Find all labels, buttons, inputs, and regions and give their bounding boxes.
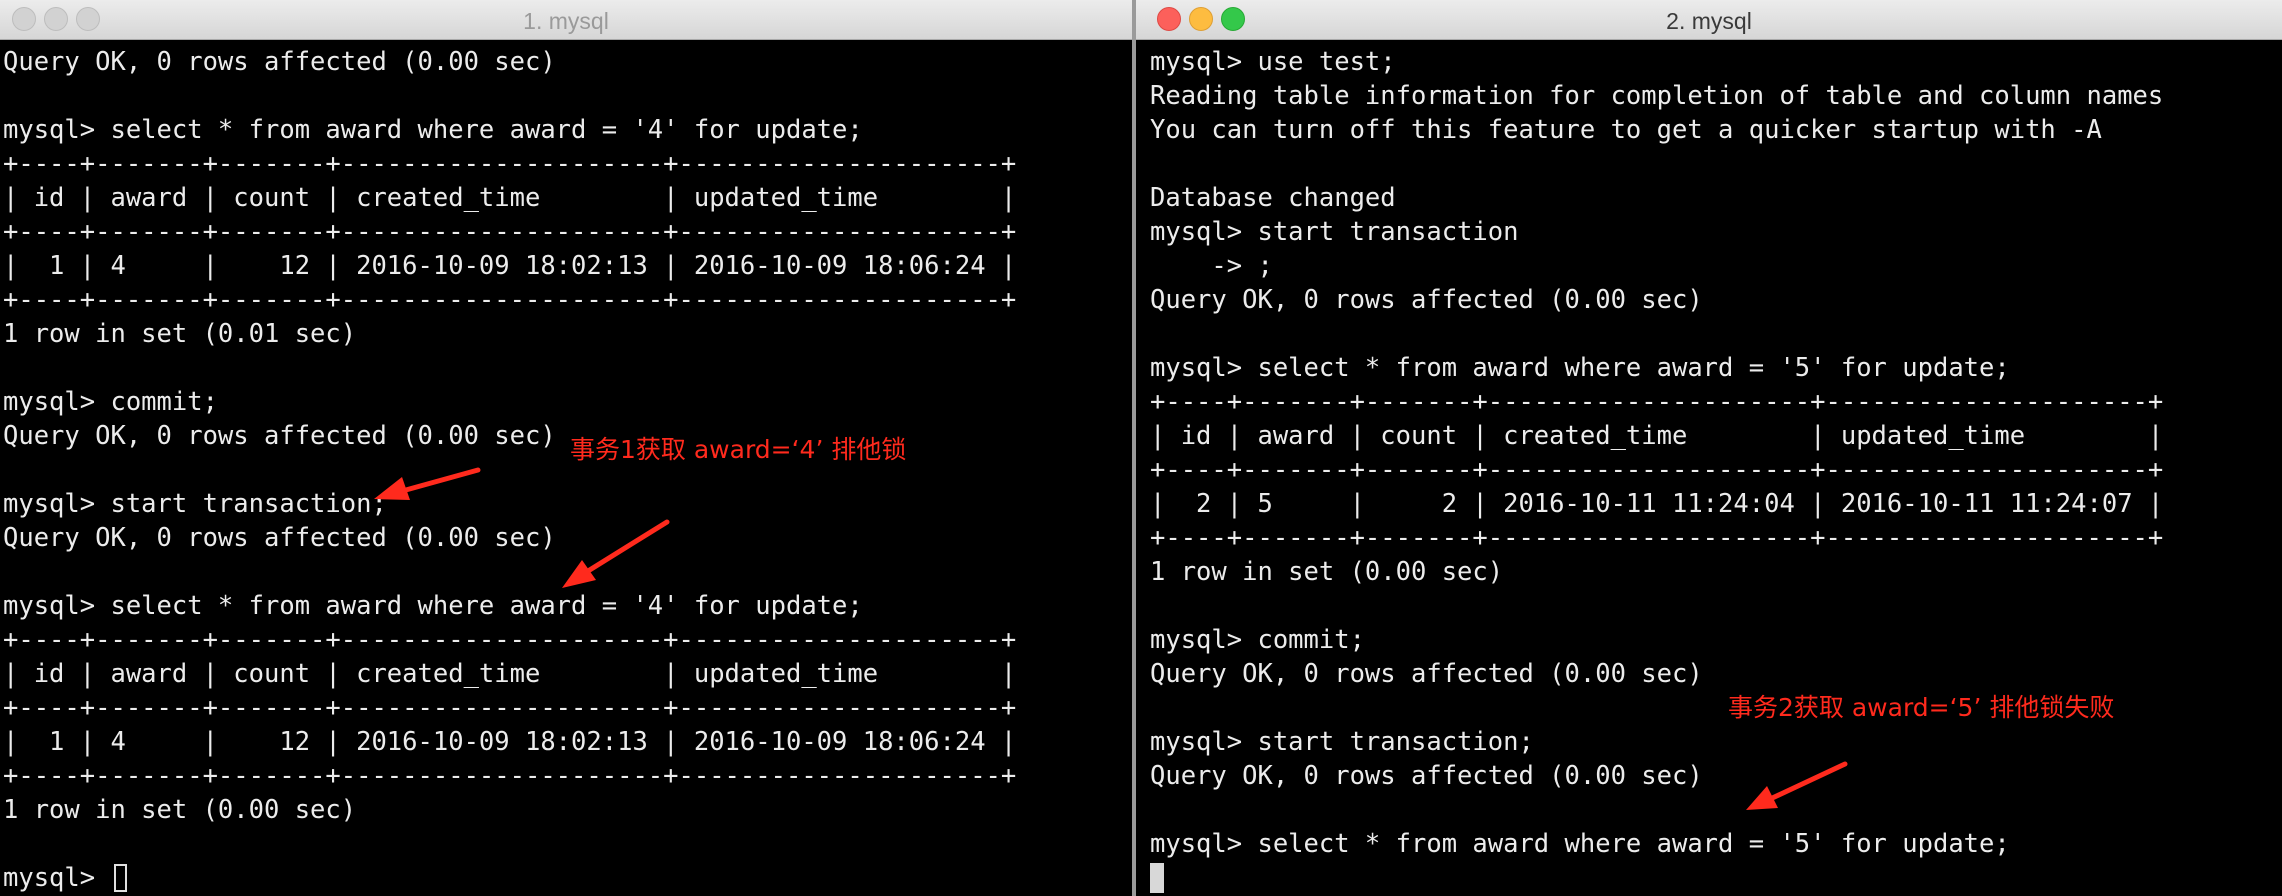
arrow-icon xyxy=(562,519,670,588)
arrow-icon xyxy=(374,467,481,500)
arrow-icon xyxy=(1746,761,1848,810)
annotation-arrows xyxy=(374,467,1848,810)
